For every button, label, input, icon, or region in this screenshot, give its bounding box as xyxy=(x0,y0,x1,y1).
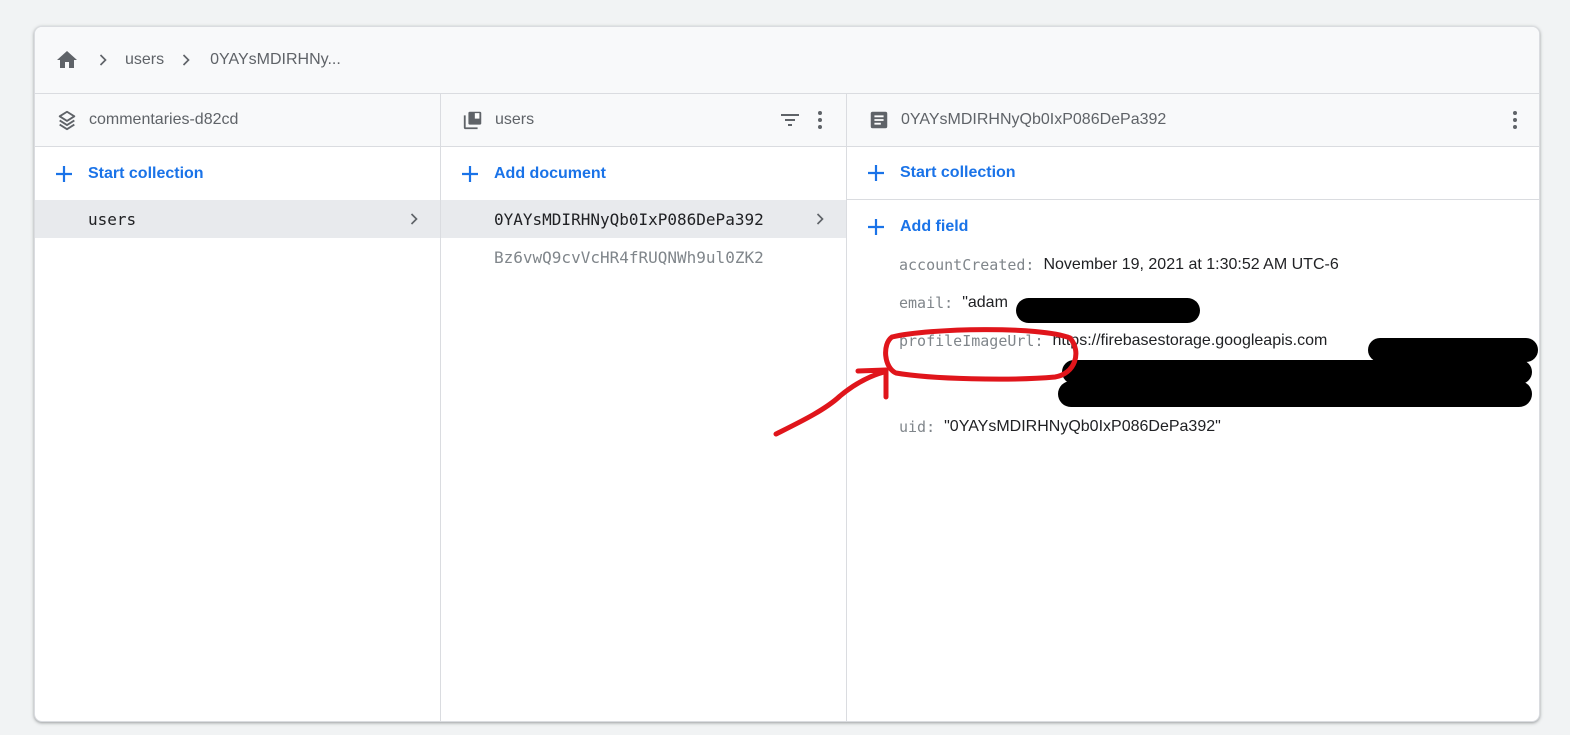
redaction-mark xyxy=(1016,298,1200,323)
document-list-item[interactable]: Bz6vwQ9cvVcHR4fRUQNWh9ul0ZK2 xyxy=(441,238,846,276)
home-icon[interactable] xyxy=(55,48,79,72)
add-document-button[interactable]: Add document xyxy=(441,147,846,200)
project-column-header: commentaries-d82cd xyxy=(35,94,440,147)
add-field-button[interactable]: Add field xyxy=(847,200,1539,253)
breadcrumb-item-document[interactable]: 0YAYsMDIRHNy... xyxy=(210,51,341,69)
field-row[interactable]: accountCreated: November 19, 2021 at 1:3… xyxy=(899,255,1539,275)
plus-icon xyxy=(865,162,887,184)
start-collection-label: Start collection xyxy=(900,164,1016,181)
field-value: "0YAYsMDIRHNyQb0IxP086DePa392" xyxy=(944,418,1221,435)
chevron-right-icon xyxy=(93,50,113,70)
project-title: commentaries-d82cd xyxy=(89,111,239,128)
plus-icon xyxy=(459,163,481,185)
list-item-label: users xyxy=(88,209,137,229)
start-subcollection-button[interactable]: Start collection xyxy=(847,147,1539,200)
chevron-right-icon xyxy=(176,50,196,70)
chevron-right-icon xyxy=(404,209,424,229)
field-key: email: xyxy=(899,294,954,312)
start-collection-label: Start collection xyxy=(88,164,204,182)
field-row[interactable]: email: "adam xyxy=(899,293,1539,313)
document-title: 0YAYsMDIRHNyQb0IxP086DePa392 xyxy=(901,111,1167,128)
start-collection-button[interactable]: Start collection xyxy=(35,147,440,200)
firestore-stack-icon xyxy=(55,108,79,132)
filter-icon[interactable] xyxy=(778,108,802,132)
list-item-label: 0YAYsMDIRHNyQb0IxP086DePa392 xyxy=(494,209,764,229)
add-document-label: Add document xyxy=(494,164,606,182)
plus-icon xyxy=(53,163,75,185)
field-value: November 19, 2021 at 1:30:52 AM UTC-6 xyxy=(1043,256,1339,273)
document-column: 0YAYsMDIRHNyQb0IxP086DePa392 Start colle… xyxy=(847,94,1539,721)
collection-column: users Add document 0YAYsMDIRHNyQb0IxP086… xyxy=(441,94,847,721)
field-key: profileImageUrl: xyxy=(899,332,1044,350)
field-value: https://firebasestorage.googleapis.com xyxy=(1052,332,1328,349)
field-value: "adam xyxy=(962,294,1008,311)
field-key: accountCreated: xyxy=(899,256,1035,274)
collection-icon xyxy=(461,108,485,132)
chevron-right-icon xyxy=(810,209,830,229)
list-item-label: Bz6vwQ9cvVcHR4fRUQNWh9ul0ZK2 xyxy=(494,247,764,267)
redaction-mark xyxy=(1368,338,1538,362)
document-icon xyxy=(867,108,891,132)
field-row[interactable]: uid: "0YAYsMDIRHNyQb0IxP086DePa392" xyxy=(899,417,1539,437)
document-column-header: 0YAYsMDIRHNyQb0IxP086DePa392 xyxy=(847,94,1539,147)
breadcrumb-item-users[interactable]: users xyxy=(125,51,164,69)
more-vert-icon[interactable] xyxy=(1503,108,1527,132)
breadcrumb: users 0YAYsMDIRHNy... xyxy=(35,27,1539,94)
plus-icon xyxy=(865,216,887,238)
document-list-item[interactable]: 0YAYsMDIRHNyQb0IxP086DePa392 xyxy=(441,200,846,238)
redaction-mark xyxy=(1058,381,1532,407)
collection-title: users xyxy=(495,111,535,128)
add-field-label: Add field xyxy=(900,217,969,235)
collection-list-item-users[interactable]: users xyxy=(35,200,440,238)
project-column: commentaries-d82cd Start collection user… xyxy=(35,94,441,721)
collection-column-header: users xyxy=(441,94,846,147)
more-vert-icon[interactable] xyxy=(808,108,832,132)
field-key: uid: xyxy=(899,418,936,436)
